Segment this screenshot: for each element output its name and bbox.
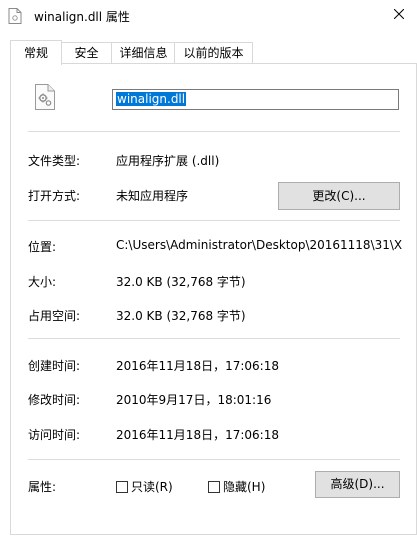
file-type-label: 文件类型: <box>28 154 81 168</box>
properties-window: winalign.dll 属性 常规 安全 详细信息 以前的版本 winalig… <box>0 0 417 539</box>
readonly-checkbox[interactable]: 只读(R) <box>116 478 173 495</box>
size-on-disk-label: 占用空间: <box>28 309 81 323</box>
tab-general[interactable]: 常规 <box>10 40 62 65</box>
created-value: 2016年11月18日，17:06:18 <box>116 359 279 373</box>
attributes-label: 属性: <box>28 480 57 494</box>
tab-previous-versions[interactable]: 以前的版本 <box>174 42 253 64</box>
open-with-value: 未知应用程序 <box>116 189 189 203</box>
filename-input[interactable]: winalign.dll <box>112 89 399 110</box>
divider <box>28 459 400 460</box>
window-title: winalign.dll 属性 <box>34 10 130 24</box>
location-value: C:\Users\Administrator\Desktop\20161118\… <box>116 238 402 252</box>
close-icon <box>393 8 405 22</box>
modified-label: 修改时间: <box>28 393 81 407</box>
open-with-label: 打开方式: <box>28 189 81 203</box>
change-button[interactable]: 更改(C)... <box>278 182 400 210</box>
size-on-disk-value: 32.0 KB (32,768 字节) <box>116 309 246 323</box>
title-bar: winalign.dll 属性 <box>0 0 417 32</box>
close-button[interactable] <box>381 0 417 30</box>
general-panel <box>10 63 417 535</box>
accessed-label: 访问时间: <box>28 428 81 442</box>
location-label: 位置: <box>28 240 57 254</box>
dll-file-icon <box>34 84 56 110</box>
size-label: 大小: <box>28 275 57 289</box>
hidden-label: 隐藏(H) <box>223 480 266 494</box>
file-icon <box>8 8 22 24</box>
readonly-label: 只读(R) <box>131 480 173 494</box>
divider <box>28 220 400 221</box>
divider <box>28 338 400 339</box>
readonly-checkbox-box[interactable] <box>116 480 128 493</box>
size-value: 32.0 KB (32,768 字节) <box>116 275 246 289</box>
accessed-value: 2016年11月18日，17:06:18 <box>116 428 279 442</box>
created-label: 创建时间: <box>28 359 81 373</box>
hidden-checkbox[interactable]: 隐藏(H) <box>208 478 265 495</box>
divider <box>28 131 400 132</box>
hidden-checkbox-box[interactable] <box>208 480 220 493</box>
tab-security[interactable]: 安全 <box>60 42 113 64</box>
filename-selected-text: winalign.dll <box>116 92 187 106</box>
advanced-button[interactable]: 高级(D)... <box>315 471 400 498</box>
file-type-value: 应用程序扩展 (.dll) <box>116 154 220 168</box>
modified-value: 2010年9月17日，18:01:16 <box>116 393 272 407</box>
tab-details[interactable]: 详细信息 <box>111 42 176 64</box>
